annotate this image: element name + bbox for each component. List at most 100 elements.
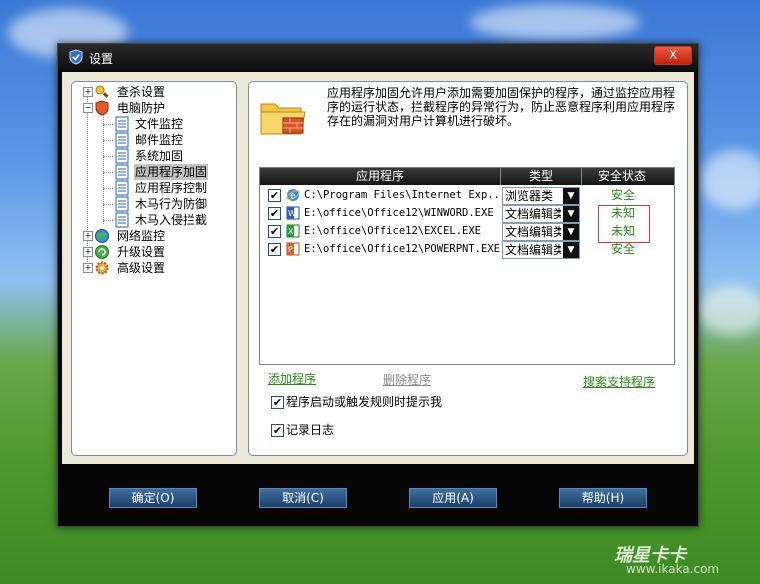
tree-item-label: 应用程序控制 [135,181,208,195]
sky-cloud [700,150,760,210]
document-icon [115,132,129,148]
expand-icon[interactable]: + [83,231,93,241]
document-icon [115,148,129,164]
tree-item-label: 邮件监控 [135,133,184,147]
svg-text:P: P [288,245,293,254]
watermark-brand: 瑞星卡卡 [614,545,686,566]
tree-item-label: 高级设置 [117,261,166,275]
log-option[interactable]: ✔ 记录日志 [271,423,334,437]
app-path: E:\office\Office12\POWERPNT.EXE [304,243,500,255]
tree-guide [103,140,113,141]
row-checkbox[interactable]: ✔ [268,225,281,238]
table-row[interactable]: ✔ P E:\office\Office12\POWERPNT.EXE 文档编辑… [260,241,674,259]
word-document-icon: W [286,206,300,220]
ok-button[interactable]: 确定(O) [109,488,197,508]
notify-label: 程序启动或触发规则时提示我 [286,395,443,409]
row-checkbox[interactable]: ✔ [268,189,281,202]
type-select[interactable]: 文档编辑类 ▼ [502,223,580,241]
gear-icon [95,261,109,275]
tree-item-system-hardening[interactable]: 系统加固 [98,148,232,164]
excel-document-icon: X [286,224,300,238]
search-supported-programs-link[interactable]: 搜索支持程序 [583,373,655,390]
window-title: 设置 [89,52,114,66]
powerpoint-document-icon: P [286,242,300,256]
row-checkbox[interactable]: ✔ [268,243,281,256]
tree-item-update-settings[interactable]: + 升级设置 [82,244,232,260]
table-row[interactable]: ✔ e C:\Program Files\Internet Exp... 浏览器… [260,187,674,205]
app-path: E:\office\Office12\EXCEL.EXE [304,225,482,237]
svg-text:W: W [288,209,296,218]
chevron-down-icon[interactable]: ▼ [563,224,579,240]
tree-item-advanced-settings[interactable]: + 高级设置 [82,260,232,276]
watermark-url: www.ikaka.com [626,562,720,576]
tree-item-label: 文件监控 [135,117,184,131]
column-header-type[interactable]: 类型 [501,169,581,184]
log-checkbox[interactable]: ✔ [271,424,284,437]
chevron-down-icon[interactable]: ▼ [563,188,579,204]
tree-item-label: 系统加固 [135,149,184,163]
table-header: 应用程序 类型 安全状态 [260,168,674,185]
status-badge: 安全 [610,242,635,256]
tree-guide [103,172,113,173]
type-select-value: 文档编辑类 [505,225,561,239]
type-select-value: 文档编辑类 [505,243,561,257]
app-path: E:\office\Office12\WINWORD.EXE [304,207,494,219]
remove-program-link[interactable]: 删除程序 [383,371,431,388]
tree-guide [103,220,113,221]
notify-option[interactable]: ✔ 程序启动或触发规则时提示我 [271,395,442,409]
apply-button[interactable]: 应用(A) [409,488,497,508]
title-bar[interactable]: 设置 X [58,44,698,70]
globe-icon [95,229,109,243]
app-path: C:\Program Files\Internet Exp... [304,189,500,201]
type-select[interactable]: 文档编辑类 ▼ [502,241,580,259]
document-icon [115,212,129,228]
highlight-box [598,205,650,243]
expand-icon[interactable]: + [83,247,93,257]
tree-item-pc-protection[interactable]: − 电脑防护 [82,100,232,116]
refresh-icon [95,245,109,259]
tree-item-app-hardening[interactable]: 应用程序加固 [98,164,232,180]
tree-guide [103,124,113,125]
tree-item-app-control[interactable]: 应用程序控制 [98,180,232,196]
sky-cloud [470,4,640,40]
type-select-value: 浏览器类 [505,189,554,203]
status-badge: 安全 [610,188,635,202]
column-header-status[interactable]: 安全状态 [582,169,662,184]
document-icon [115,180,129,196]
cancel-button[interactable]: 取消(C) [259,488,347,508]
panel-description: 应用程序加固允许用户添加需要加固保护的程序，通过监控应用程序的运行状态，拦截程序… [327,86,676,128]
column-header-app[interactable]: 应用程序 [260,169,500,184]
tree-item-mail-monitor[interactable]: 邮件监控 [98,132,232,148]
tree-item-trojan-behavior[interactable]: 木马行为防御 [98,196,232,212]
type-select[interactable]: 文档编辑类 ▼ [502,205,580,223]
tree-item-trojan-intrusion[interactable]: 木马入侵拦截 [98,212,232,228]
shield-icon [95,100,109,116]
expand-icon[interactable]: + [83,87,93,97]
collapse-icon[interactable]: − [83,103,93,113]
document-icon [115,196,129,212]
close-button[interactable]: X [654,46,692,65]
tree-item-network-monitor[interactable]: + 网络监控 [82,228,232,244]
folder-firewall-icon [260,103,306,135]
tree-item-label: 网络监控 [117,229,166,243]
notify-checkbox[interactable]: ✔ [271,396,284,409]
sky-cloud [697,285,760,335]
tree-guide [103,204,113,205]
tree-item-file-monitor[interactable]: 文件监控 [98,116,232,132]
tree-item-label: 木马入侵拦截 [135,213,208,227]
tree-item-label: 查杀设置 [117,85,166,99]
add-program-link[interactable]: 添加程序 [268,370,316,387]
chevron-down-icon[interactable]: ▼ [563,242,579,258]
tree-guide [103,188,113,189]
type-select[interactable]: 浏览器类 ▼ [502,187,580,205]
type-select-value: 文档编辑类 [505,207,561,221]
row-checkbox[interactable]: ✔ [268,207,281,220]
log-label: 记录日志 [286,423,335,437]
help-button[interactable]: 帮助(H) [559,488,647,508]
chevron-down-icon[interactable]: ▼ [563,206,579,222]
svg-text:X: X [288,227,294,236]
tree-item-scan-settings[interactable]: + 查杀设置 [82,84,232,100]
document-icon [115,164,129,180]
tree-item-label: 木马行为防御 [135,197,208,211]
expand-icon[interactable]: + [83,263,93,273]
